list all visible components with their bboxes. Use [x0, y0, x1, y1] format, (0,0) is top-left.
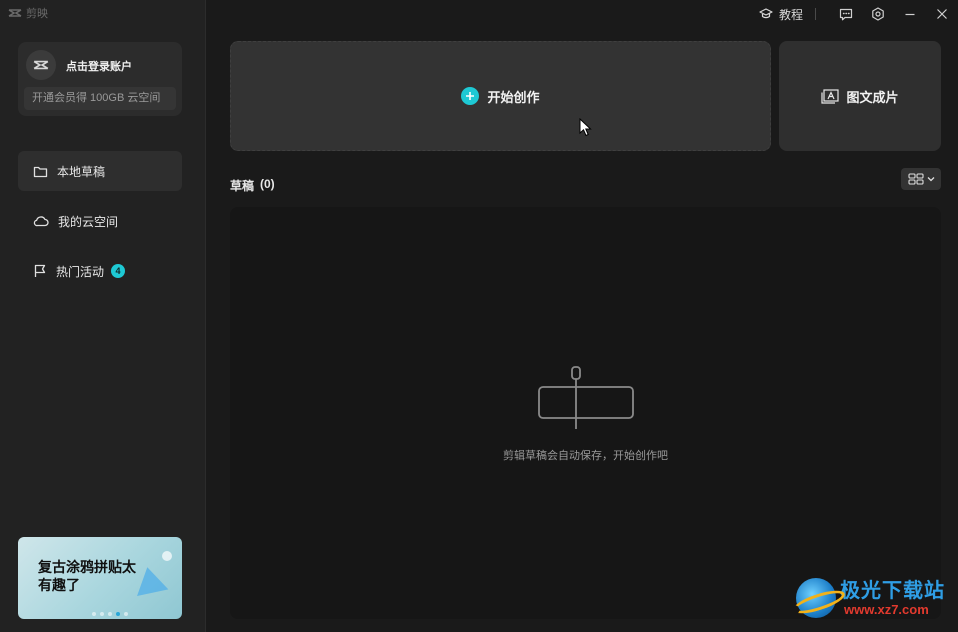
app-name: 剪映 [26, 8, 48, 20]
image-to-video-button[interactable]: 图文成片 [779, 41, 941, 151]
feedback-icon [839, 8, 853, 20]
image-to-video-label: 图文成片 [846, 89, 899, 105]
site-watermark: 极光下载站 www.xz7.com [796, 578, 945, 618]
titlebar-divider [815, 8, 816, 20]
sidebar-item-hot-events[interactable]: 热门活动 4 [18, 251, 182, 291]
app-logo: 剪映 [8, 5, 48, 21]
banner-dot[interactable] [108, 612, 112, 616]
sidebar-item-local-drafts[interactable]: 本地草稿 [18, 151, 182, 191]
drafts-title: 草稿 [230, 179, 255, 193]
settings-icon [872, 7, 884, 21]
capcut-avatar-icon [33, 60, 49, 70]
mouse-cursor-icon [579, 118, 592, 137]
banner-dot[interactable] [92, 612, 96, 616]
feedback-button[interactable] [830, 0, 862, 28]
avatar[interactable] [26, 50, 56, 80]
grid-view-icon [907, 173, 924, 185]
cloud-icon [33, 216, 49, 227]
start-creating-button[interactable]: 开始创作 [230, 41, 771, 151]
minimize-button[interactable] [894, 0, 926, 28]
empty-drafts-illustration [538, 366, 634, 429]
sidebar-item-label: 本地草稿 [57, 164, 106, 179]
login-link[interactable]: 点击登录账户 [66, 58, 132, 74]
account-card[interactable]: 点击登录账户 开通会员得 100GB 云空间 [18, 42, 182, 116]
watermark-site-name: 极光下载站 [840, 579, 945, 602]
close-icon [937, 9, 947, 19]
plus-icon [461, 87, 480, 105]
sidebar: 剪映 点击登录账户 开通会员得 100GB 云空间 本地草稿 我的云空间 热门活… [0, 0, 206, 632]
watermark-url: www.xz7.com [844, 601, 929, 617]
vip-promo-button[interactable]: 开通会员得 100GB 云空间 [24, 87, 176, 110]
promo-banner[interactable]: 复古涂鸦拼贴太有趣了 [18, 537, 182, 619]
folder-icon [33, 166, 48, 177]
banner-dot[interactable] [100, 612, 104, 616]
sidebar-item-label: 我的云空间 [58, 214, 119, 229]
chevron-down-icon [927, 177, 934, 182]
banner-triangle-graphic [131, 563, 169, 597]
capcut-logo-icon [8, 9, 22, 17]
empty-drafts-message: 剪辑草稿会自动保存，开始创作吧 [503, 450, 668, 462]
image-text-icon [821, 88, 840, 104]
settings-button[interactable] [862, 0, 894, 28]
banner-dot-active[interactable] [116, 612, 120, 616]
globe-logo-icon [796, 578, 836, 618]
drafts-count: (0) [260, 177, 275, 191]
sidebar-item-cloud-space[interactable]: 我的云空间 [18, 201, 182, 241]
flag-icon [34, 264, 46, 277]
sidebar-item-label: 热门活动 [56, 264, 105, 279]
close-button[interactable] [926, 0, 958, 28]
banner-text: 复古涂鸦拼贴太有趣了 [38, 559, 136, 593]
tutorial-label: 教程 [778, 7, 803, 22]
graduation-cap-icon [759, 8, 773, 19]
minimize-icon [905, 13, 915, 16]
title-bar-controls: 教程 [759, 0, 958, 28]
watermark-text: 极光下载站 www.xz7.com [840, 581, 945, 616]
banner-dot[interactable] [124, 612, 128, 616]
view-mode-dropdown[interactable] [901, 168, 941, 190]
drafts-heading: 草稿 (0) [230, 177, 275, 194]
banner-decoration [162, 551, 172, 561]
notification-badge: 4 [111, 264, 126, 278]
tutorial-button[interactable]: 教程 [759, 6, 803, 23]
drafts-list: 剪辑草稿会自动保存，开始创作吧 [230, 207, 941, 619]
start-creating-label: 开始创作 [487, 89, 540, 105]
banner-pagination [92, 612, 128, 616]
